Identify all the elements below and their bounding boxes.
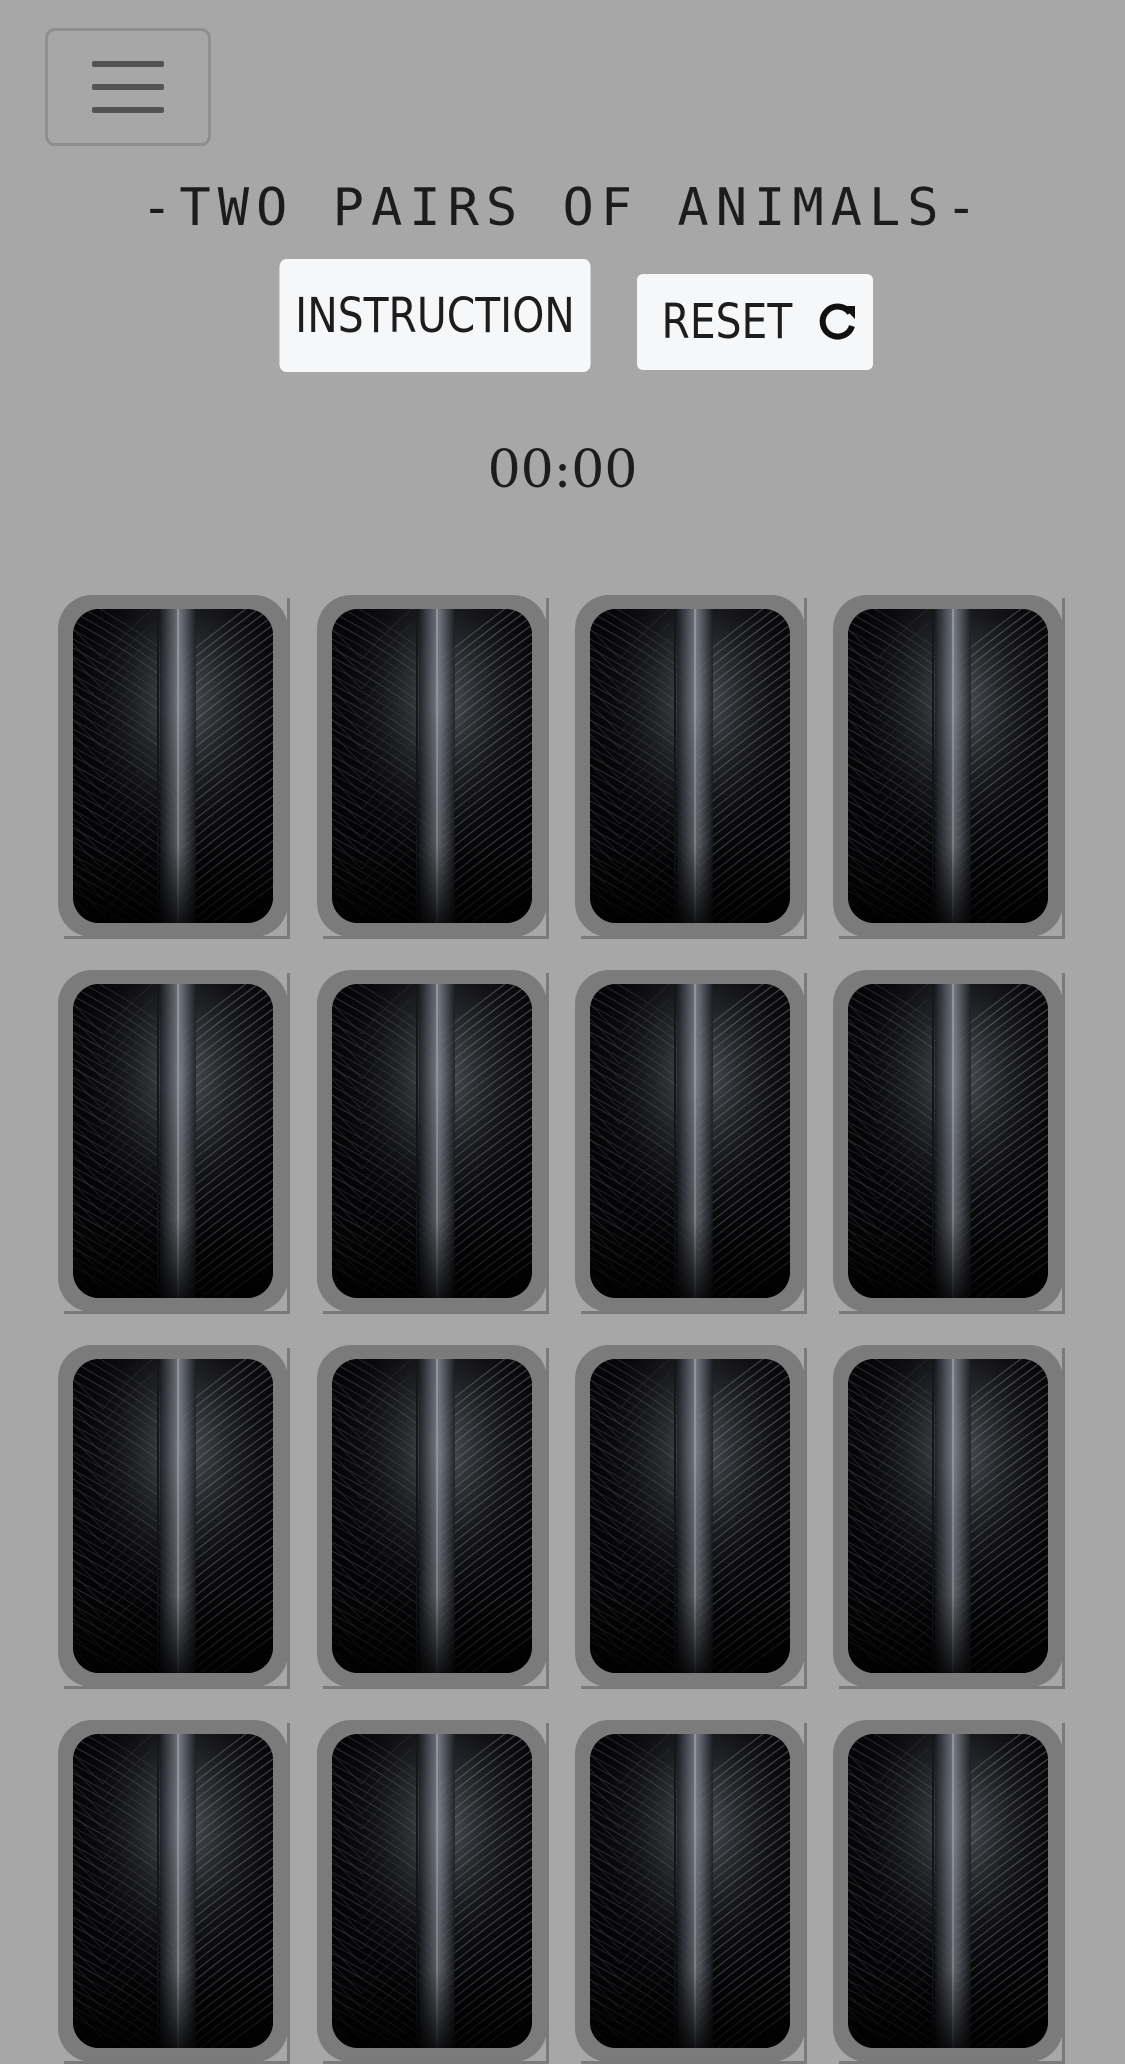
instruction-button[interactable]: INSTRUCTION xyxy=(279,259,591,372)
card-back-feather-image xyxy=(73,984,273,1298)
memory-card[interactable] xyxy=(58,970,290,1314)
reset-button[interactable]: RESET xyxy=(637,274,873,370)
card-frame xyxy=(833,595,1063,937)
memory-card[interactable] xyxy=(833,970,1065,1314)
memory-card[interactable] xyxy=(317,595,549,939)
card-frame xyxy=(58,1345,288,1687)
memory-card[interactable] xyxy=(833,595,1065,939)
card-frame xyxy=(58,1720,288,2062)
card-frame xyxy=(575,1345,805,1687)
game-timer: 00:00 xyxy=(487,440,638,500)
card-back-feather-image xyxy=(73,1359,273,1673)
card-back-feather-image xyxy=(590,1734,790,2048)
card-frame xyxy=(575,595,805,937)
memory-card[interactable] xyxy=(833,1345,1065,1689)
memory-card[interactable] xyxy=(575,595,807,939)
card-back-feather-image xyxy=(332,1359,532,1673)
card-back-feather-image xyxy=(848,1359,1048,1673)
card-frame xyxy=(317,1345,547,1687)
card-frame xyxy=(833,970,1063,1312)
card-back-feather-image xyxy=(848,1734,1048,2048)
card-frame xyxy=(317,595,547,937)
card-back-feather-image xyxy=(848,984,1048,1298)
refresh-icon xyxy=(816,300,860,344)
card-back-feather-image xyxy=(590,1359,790,1673)
hamburger-menu-icon-bar xyxy=(92,84,164,90)
card-back-feather-image xyxy=(332,609,532,923)
card-frame xyxy=(58,970,288,1312)
memory-card[interactable] xyxy=(317,970,549,1314)
card-frame xyxy=(575,1720,805,2062)
card-frame xyxy=(833,1345,1063,1687)
card-frame xyxy=(575,970,805,1312)
instruction-button-label: INSTRUCTION xyxy=(295,287,575,344)
reset-button-label: RESET xyxy=(661,294,793,350)
card-frame xyxy=(317,1720,547,2062)
memory-card[interactable] xyxy=(58,595,290,939)
card-back-feather-image xyxy=(590,609,790,923)
memory-card[interactable] xyxy=(833,1720,1065,2064)
memory-card[interactable] xyxy=(58,1345,290,1689)
card-back-feather-image xyxy=(332,1734,532,2048)
memory-card[interactable] xyxy=(575,1345,807,1689)
card-back-feather-image xyxy=(590,984,790,1298)
card-back-feather-image xyxy=(332,984,532,1298)
card-back-feather-image xyxy=(73,1734,273,2048)
game-title: -TWO PAIRS OF ANIMALS- xyxy=(141,178,984,238)
card-frame xyxy=(58,595,288,937)
menu-toggle-button[interactable] xyxy=(45,28,211,146)
memory-card[interactable] xyxy=(575,1720,807,2064)
card-frame xyxy=(833,1720,1063,2062)
card-frame xyxy=(317,970,547,1312)
hamburger-menu-icon xyxy=(92,61,164,67)
hamburger-menu-icon-bar xyxy=(92,107,164,113)
memory-card[interactable] xyxy=(317,1720,549,2064)
memory-card[interactable] xyxy=(575,970,807,1314)
card-back-feather-image xyxy=(848,609,1048,923)
memory-card[interactable] xyxy=(317,1345,549,1689)
memory-card[interactable] xyxy=(58,1720,290,2064)
card-back-feather-image xyxy=(73,609,273,923)
